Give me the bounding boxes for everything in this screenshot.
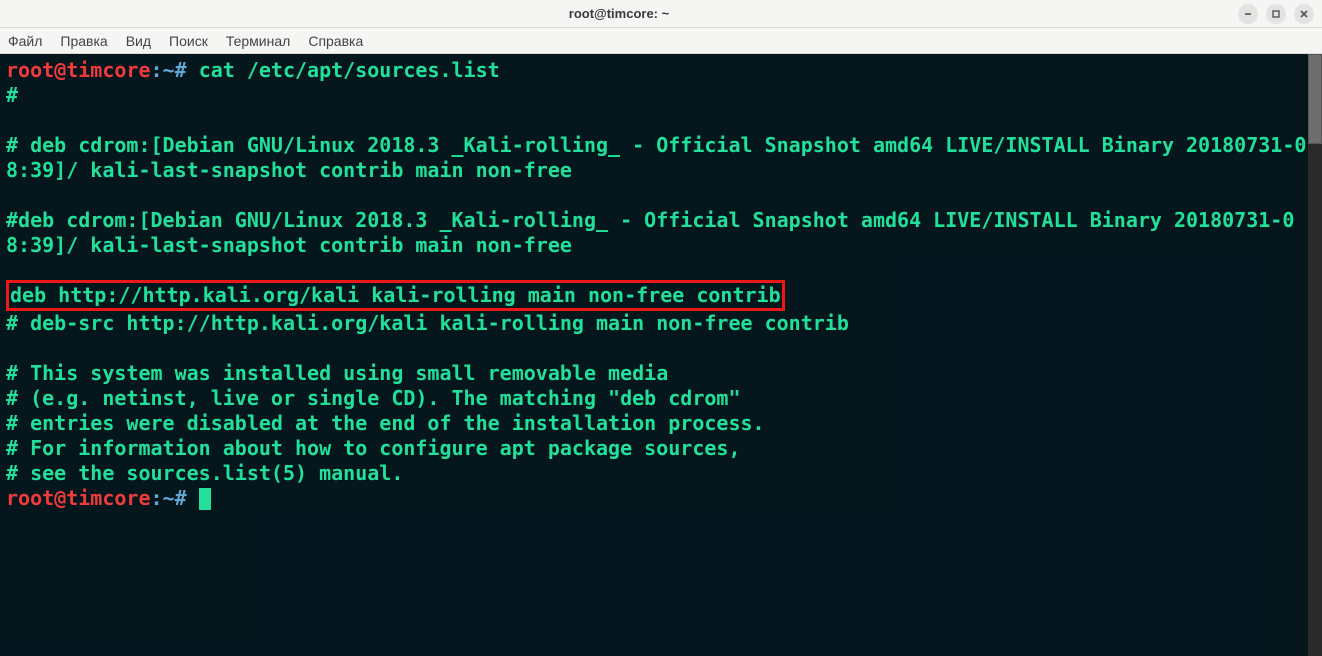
scrollbar-thumb[interactable]: [1308, 54, 1322, 144]
cursor: [199, 488, 211, 510]
highlighted-repo-line: deb http://http.kali.org/kali kali-rolli…: [6, 280, 785, 311]
output-line: # see the sources.list(5) manual.: [6, 461, 403, 485]
output-line: #: [6, 83, 18, 107]
terminal-window: root@timcore: ~ Файл Правка Вид Поиск Те…: [0, 0, 1322, 656]
menu-help[interactable]: Справка: [308, 33, 363, 49]
terminal-content: root@timcore:~# cat /etc/apt/sources.lis…: [6, 58, 1316, 511]
menu-edit[interactable]: Правка: [60, 33, 107, 49]
output-line: # entries were disabled at the end of th…: [6, 411, 765, 435]
prompt-sep1: :: [151, 486, 163, 510]
prompt-sep2: #: [175, 58, 187, 82]
output-line: # This system was installed using small …: [6, 361, 668, 385]
close-button[interactable]: [1294, 4, 1314, 24]
menu-file[interactable]: Файл: [8, 33, 42, 49]
output-line: #deb cdrom:[Debian GNU/Linux 2018.3 _Kal…: [6, 208, 1294, 257]
prompt-path: ~: [163, 58, 175, 82]
window-title: root@timcore: ~: [8, 6, 1230, 21]
prompt-sep1: :: [151, 58, 163, 82]
prompt-user: root@timcore: [6, 58, 151, 82]
output-line: # (e.g. netinst, live or single CD). The…: [6, 386, 741, 410]
prompt-path: ~: [163, 486, 175, 510]
prompt-sep2: #: [175, 486, 187, 510]
titlebar: root@timcore: ~: [0, 0, 1322, 28]
prompt-user: root@timcore: [6, 486, 151, 510]
output-line: # deb cdrom:[Debian GNU/Linux 2018.3 _Ka…: [6, 133, 1306, 182]
minimize-button[interactable]: [1238, 4, 1258, 24]
scrollbar[interactable]: [1308, 54, 1322, 656]
maximize-button[interactable]: [1266, 4, 1286, 24]
menu-view[interactable]: Вид: [126, 33, 151, 49]
menu-search[interactable]: Поиск: [169, 33, 208, 49]
terminal-body[interactable]: root@timcore:~# cat /etc/apt/sources.lis…: [0, 54, 1322, 656]
menu-terminal[interactable]: Терминал: [226, 33, 290, 49]
menubar: Файл Правка Вид Поиск Терминал Справка: [0, 28, 1322, 54]
output-line: # For information about how to configure…: [6, 436, 741, 460]
output-line: # deb-src http://http.kali.org/kali kali…: [6, 311, 849, 335]
command-text: cat /etc/apt/sources.list: [199, 58, 500, 82]
